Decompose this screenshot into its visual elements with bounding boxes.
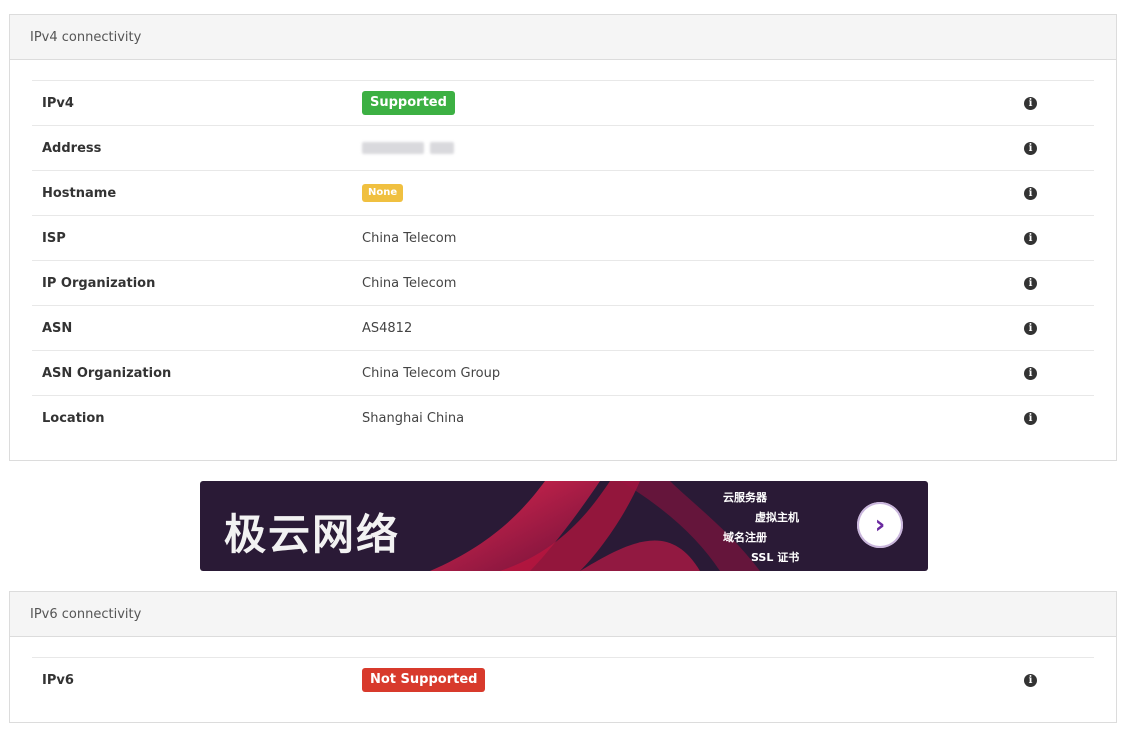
info-circle-icon[interactable]: i [1024, 276, 1037, 290]
banner-link-cloud-server[interactable]: 云服务器 [723, 489, 767, 505]
row-value: China Telecom Group [362, 365, 501, 381]
banner-link-domain[interactable]: 域名注册 [723, 529, 767, 545]
ad-banner[interactable]: 极云网络 云服务器 虚拟主机 域名注册 SSL 证书 › [200, 481, 928, 571]
row-value: None [362, 184, 404, 202]
banner-link-ssl[interactable]: SSL 证书 [751, 549, 799, 565]
row-value: Shanghai China [362, 410, 465, 426]
ipv6-row-ipv6: IPv6 Not Supported i [32, 657, 1094, 702]
ipv6-card-title: IPv6 connectivity [30, 606, 142, 622]
row-label: ISP [42, 230, 66, 246]
ipv4-row-asn-organization: ASN Organization China Telecom Group i [32, 350, 1094, 395]
row-value: Not Supported [362, 668, 486, 692]
status-badge: None [362, 184, 404, 202]
row-value: AS4812 [362, 320, 413, 336]
banner-link-virtual-host[interactable]: 虚拟主机 [755, 509, 799, 525]
ipv4-card: IPv4 connectivity IPv4 Supported i Address i… [9, 14, 1117, 461]
ipv6-table: IPv6 Not Supported i [10, 637, 1116, 702]
ipv4-card-title: IPv4 connectivity [30, 29, 142, 45]
row-label: IPv6 [42, 672, 74, 688]
redacted-address-value [362, 142, 460, 154]
info-circle-icon[interactable]: i [1024, 186, 1037, 200]
ipv4-card-header: IPv4 connectivity [10, 15, 1116, 60]
banner-title: 极云网络 [224, 510, 401, 559]
ipv4-row-isp: ISP China Telecom i [32, 215, 1094, 260]
ipv4-row-ip-organization: IP Organization China Telecom i [32, 260, 1094, 305]
row-value: China Telecom [362, 275, 457, 291]
banner-arrow-button[interactable]: › [857, 502, 903, 548]
row-value: Supported [362, 91, 455, 115]
row-label: Address [42, 140, 102, 156]
ipv6-card-header: IPv6 connectivity [10, 592, 1116, 637]
info-circle-icon[interactable]: i [1024, 366, 1037, 380]
row-label: ASN Organization [42, 365, 172, 381]
ipv4-row-hostname: Hostname None i [32, 170, 1094, 215]
ipv4-row-ipv4: IPv4 Supported i [32, 80, 1094, 125]
row-label: Hostname [42, 185, 117, 201]
ipv4-table: IPv4 Supported i Address i Hostname None i ISP Ch… [10, 60, 1116, 440]
ipv4-row-address: Address i [32, 125, 1094, 170]
ipv4-row-location: Location Shanghai China i [32, 395, 1094, 440]
row-value: China Telecom [362, 230, 457, 246]
info-circle-icon[interactable]: i [1024, 321, 1037, 335]
ipv6-card: IPv6 connectivity IPv6 Not Supported i [9, 591, 1117, 723]
row-label: IPv4 [42, 95, 74, 111]
row-label: ASN [42, 320, 73, 336]
info-circle-icon[interactable]: i [1024, 141, 1037, 155]
info-circle-icon[interactable]: i [1024, 673, 1037, 687]
info-circle-icon[interactable]: i [1024, 96, 1037, 110]
status-badge: Supported [362, 91, 455, 115]
row-label: IP Organization [42, 275, 156, 291]
chevron-right-icon: › [874, 510, 886, 540]
info-circle-icon[interactable]: i [1024, 231, 1037, 245]
redacted-block [430, 142, 454, 154]
info-circle-icon[interactable]: i [1024, 411, 1037, 425]
ipv4-row-asn: ASN AS4812 i [32, 305, 1094, 350]
row-label: Location [42, 410, 105, 426]
redacted-block [362, 142, 424, 154]
status-badge: Not Supported [362, 668, 486, 692]
